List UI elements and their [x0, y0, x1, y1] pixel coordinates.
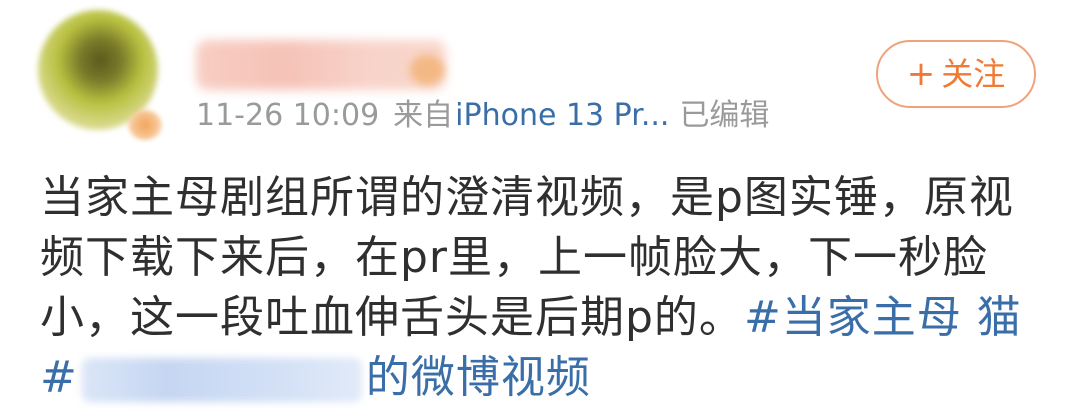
hash-symbol[interactable]: #	[40, 352, 78, 403]
blurred-link-text[interactable]	[81, 358, 362, 402]
post-text-line: 当家主母剧组所谓的澄清视频，是p图实锤，原视	[40, 172, 1014, 223]
weibo-video-link[interactable]: 的微博视频	[366, 352, 591, 403]
post-text-line: 频下载下来后，在pr里，上一帧脸大，下一秒脸	[40, 232, 989, 283]
follow-button[interactable]: + 关注	[876, 40, 1036, 108]
weibo-post: 11-26 10:09 来自iPhone 13 Pr... 已编辑 + 关注 当家主母…	[0, 0, 1080, 414]
edited-label[interactable]: 已编辑	[679, 98, 769, 133]
device-name: iPhone 13 Pr...	[455, 98, 670, 133]
plus-icon: +	[906, 54, 936, 94]
source-prefix: 来自	[393, 98, 454, 133]
user-level-icon	[410, 55, 444, 85]
post-text: 小，这一段吐血伸舌头是后期p的。	[40, 292, 744, 343]
follow-label: 关注	[941, 55, 1006, 93]
post-timestamp: 11-26 10:09	[196, 98, 380, 133]
post-text-line: 小，这一段吐血伸舌头是后期p的。#当家主母 猫	[40, 288, 1040, 348]
post-meta: 11-26 10:09 来自iPhone 13 Pr... 已编辑	[196, 94, 783, 138]
username-blurred[interactable]	[196, 40, 446, 90]
avatar[interactable]	[38, 10, 162, 140]
topic-link[interactable]: #当家主母 猫	[744, 292, 1022, 343]
verified-badge-icon	[128, 110, 162, 140]
post-body: 当家主母剧组所谓的澄清视频，是p图实锤，原视 频下载下来后，在pr里，上一帧脸大…	[40, 168, 1040, 408]
post-text-line: # 的微博视频	[40, 348, 1040, 408]
